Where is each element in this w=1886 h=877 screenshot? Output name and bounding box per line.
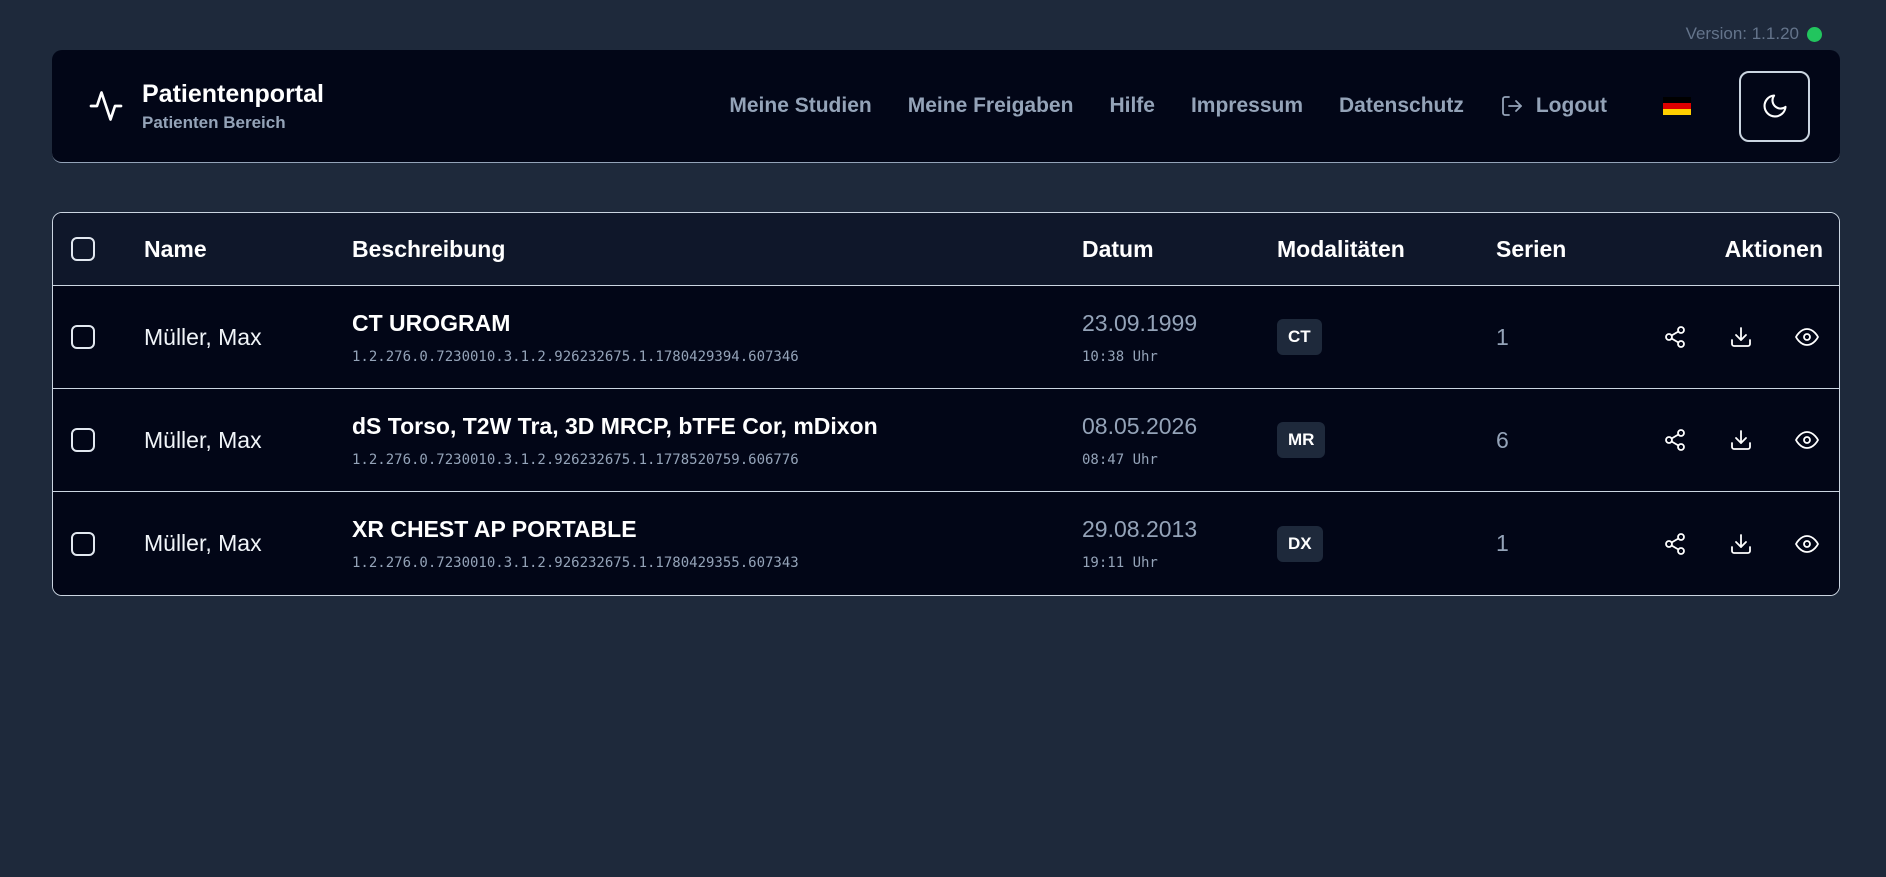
nav-hilfe[interactable]: Hilfe — [1109, 94, 1155, 118]
study-date: 08.05.2026 08:47 Uhr — [1082, 413, 1197, 468]
study-date-value: 23.09.1999 — [1082, 309, 1198, 336]
select-all-checkbox[interactable] — [71, 237, 95, 261]
nav-meine-studien[interactable]: Meine Studien — [729, 94, 871, 118]
eye-icon[interactable] — [1795, 428, 1819, 452]
study-date-value: 29.08.2013 — [1082, 516, 1198, 542]
row-checkbox[interactable] — [71, 325, 95, 349]
download-icon[interactable] — [1729, 532, 1753, 556]
brand-subtitle: Patienten Bereich — [142, 113, 286, 132]
row-checkbox[interactable] — [71, 531, 95, 556]
col-header-description[interactable]: Beschreibung — [352, 236, 505, 263]
col-header-date[interactable]: Datum — [1082, 236, 1154, 263]
series-count: 6 — [1496, 426, 1509, 453]
download-icon[interactable] — [1729, 428, 1753, 452]
modality-badge: CT — [1277, 319, 1322, 355]
study-time-value: 10:38 Uhr — [1082, 348, 1158, 365]
study-description: XR CHEST AP PORTABLE 1.2.276.0.7230010.3… — [352, 516, 799, 571]
study-uid: 1.2.276.0.7230010.3.1.2.926232675.1.1778… — [352, 451, 799, 468]
col-header-name[interactable]: Name — [144, 236, 207, 263]
study-title: CT UROGRAM — [352, 309, 511, 336]
study-title: XR CHEST AP PORTABLE — [352, 516, 637, 542]
nav-datenschutz[interactable]: Datenschutz — [1339, 94, 1464, 118]
brand-title: Patientenportal — [142, 80, 324, 108]
nav-impressum[interactable]: Impressum — [1191, 94, 1303, 118]
table-header: Name Beschreibung Datum Modalitäten Seri… — [53, 213, 1839, 286]
study-uid: 1.2.276.0.7230010.3.1.2.926232675.1.1780… — [352, 348, 799, 365]
nav-meine-freigaben[interactable]: Meine Freigaben — [908, 94, 1074, 118]
theme-toggle-button[interactable] — [1739, 70, 1810, 142]
table-row[interactable]: Müller, Max XR CHEST AP PORTABLE 1.2.276… — [53, 492, 1839, 595]
share-icon[interactable] — [1663, 428, 1687, 452]
moon-icon — [1763, 94, 1787, 118]
top-navbar: Patientenportal Patienten Bereich Meine … — [52, 50, 1840, 163]
main-nav: Meine Studien Meine Freigaben Hilfe Impr… — [693, 70, 1810, 142]
study-description: dS Torso, T2W Tra, 3D MRCP, bTFE Cor, mD… — [352, 413, 878, 468]
patient-name: Müller, Max — [144, 426, 262, 453]
table-row[interactable]: Müller, Max dS Torso, T2W Tra, 3D MRCP, … — [53, 389, 1839, 492]
row-actions — [1663, 532, 1823, 556]
activity-pulse-icon — [89, 91, 123, 121]
study-date-value: 08.05.2026 — [1082, 412, 1198, 439]
patient-name: Müller, Max — [144, 323, 262, 350]
study-date: 23.09.1999 10:38 Uhr — [1082, 310, 1197, 365]
status-dot-icon — [1807, 26, 1822, 42]
study-time-value: 19:11 Uhr — [1082, 555, 1158, 571]
series-count: 1 — [1496, 530, 1509, 556]
flag-de-icon[interactable] — [1663, 97, 1691, 115]
study-title: dS Torso, T2W Tra, 3D MRCP, bTFE Cor, mD… — [352, 412, 878, 439]
share-icon[interactable] — [1663, 325, 1687, 349]
col-header-actions: Aktionen — [1724, 235, 1823, 262]
patient-name: Müller, Max — [144, 530, 262, 556]
modality-badge: MR — [1277, 422, 1326, 458]
study-date: 29.08.2013 19:11 Uhr — [1082, 516, 1197, 571]
version-indicator: Version: 1.1.20 — [1686, 24, 1822, 44]
table-row[interactable]: Müller, Max CT UROGRAM 1.2.276.0.7230010… — [53, 286, 1839, 389]
studies-table: Name Beschreibung Datum Modalitäten Seri… — [52, 212, 1840, 596]
col-header-series[interactable]: Serien — [1496, 236, 1566, 263]
study-time-value: 08:47 Uhr — [1082, 451, 1158, 468]
row-actions — [1663, 428, 1823, 452]
study-description: CT UROGRAM 1.2.276.0.7230010.3.1.2.92623… — [352, 310, 799, 365]
eye-icon[interactable] — [1795, 325, 1819, 349]
logout-button[interactable]: Logout — [1500, 94, 1607, 118]
eye-icon[interactable] — [1795, 532, 1819, 556]
col-header-modalities[interactable]: Modalitäten — [1277, 236, 1405, 263]
modality-badge: DX — [1277, 525, 1323, 562]
share-icon[interactable] — [1663, 532, 1687, 556]
row-checkbox[interactable] — [71, 428, 95, 452]
study-uid: 1.2.276.0.7230010.3.1.2.926232675.1.1780… — [352, 555, 799, 571]
brand[interactable]: Patientenportal Patienten Bereich — [88, 79, 324, 133]
row-actions — [1663, 325, 1823, 349]
logout-label: Logout — [1535, 94, 1607, 117]
series-count: 1 — [1496, 323, 1509, 350]
version-label: Version: 1.1.20 — [1685, 24, 1799, 43]
download-icon[interactable] — [1729, 325, 1753, 349]
logout-icon — [1501, 96, 1522, 116]
